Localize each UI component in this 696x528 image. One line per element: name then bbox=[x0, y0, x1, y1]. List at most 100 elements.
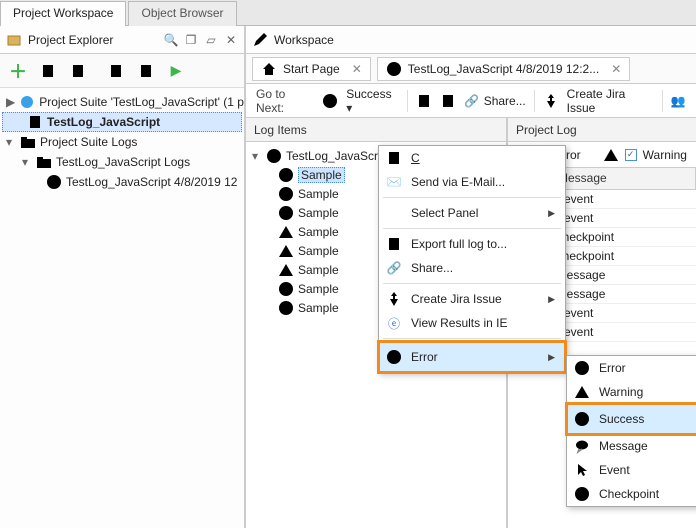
tab-object-browser[interactable]: Object Browser bbox=[128, 1, 236, 26]
submenu-event[interactable]: Event bbox=[567, 458, 696, 482]
copy-button[interactable] bbox=[102, 57, 130, 85]
create-issue-icon bbox=[385, 150, 403, 166]
col-message[interactable]: Message bbox=[552, 168, 696, 189]
project-icon bbox=[27, 114, 43, 130]
checkpoint-icon bbox=[573, 486, 591, 502]
folder-icon bbox=[36, 154, 52, 170]
top-tabs: Project Workspace Object Browser bbox=[0, 0, 696, 26]
menu-create-jira[interactable]: Create Jira Issue▶ bbox=[379, 287, 565, 311]
close-icon[interactable]: ✕ bbox=[224, 33, 238, 47]
log-item-label: Sample bbox=[298, 301, 339, 315]
create-jira-button[interactable]: Create Jira Issue bbox=[567, 87, 654, 115]
menu-error[interactable]: Error▶ bbox=[379, 342, 565, 372]
warning-icon bbox=[278, 243, 294, 259]
people-icon[interactable]: 👥 bbox=[671, 93, 686, 109]
warning-icon bbox=[573, 384, 591, 400]
error-icon bbox=[278, 281, 294, 297]
warning-checkbox[interactable]: ✓ bbox=[625, 149, 637, 161]
tree-label: TestLog_JavaScript 4/8/2019 12 bbox=[66, 175, 237, 189]
go-to-next-label: Go to Next: bbox=[256, 87, 314, 115]
workspace-panel: Workspace Start Page ✕ TestLog_JavaScrip… bbox=[246, 26, 696, 528]
tree-project[interactable]: TestLog_JavaScript bbox=[2, 112, 242, 132]
export2-button[interactable] bbox=[440, 93, 456, 109]
share-icon: 🔗 bbox=[464, 93, 480, 109]
project-explorer-toolbar: ＋ ▶ bbox=[0, 54, 244, 88]
search-icon[interactable]: 🔍 bbox=[164, 33, 178, 47]
log-item-label: Sample bbox=[298, 244, 339, 258]
folder-icon bbox=[20, 134, 36, 150]
menu-select-panel[interactable]: Select Panel▶ bbox=[379, 201, 565, 225]
filter-warning-label: Warning bbox=[643, 148, 687, 162]
pin-icon[interactable]: ▱ bbox=[204, 33, 218, 47]
success-icon bbox=[278, 186, 294, 202]
warning-icon bbox=[278, 224, 294, 240]
run-button[interactable]: ▶ bbox=[162, 57, 190, 85]
project-tree[interactable]: ▶ Project Suite 'TestLog_JavaScript' (1 … bbox=[0, 88, 244, 528]
tree-label: Project Suite Logs bbox=[40, 135, 137, 149]
tree-suite-logs[interactable]: ▾ Project Suite Logs bbox=[2, 132, 242, 152]
project-explorer-panel: Project Explorer 🔍 ❐ ▱ ✕ ＋ ▶ ▶ bbox=[0, 26, 246, 528]
log-item-label: Sample bbox=[298, 206, 339, 220]
event-icon bbox=[573, 462, 591, 478]
close-icon[interactable]: ✕ bbox=[611, 62, 621, 76]
log-item-label: Sample bbox=[298, 187, 339, 201]
submenu-error[interactable]: Error bbox=[567, 356, 696, 380]
error-icon bbox=[266, 148, 282, 164]
workspace-icon bbox=[252, 32, 268, 48]
success-icon bbox=[278, 167, 294, 183]
tab-label: TestLog_JavaScript 4/8/2019 12:2... bbox=[408, 62, 599, 76]
menu-export-full[interactable]: Export full log to... bbox=[379, 232, 565, 256]
export-icon bbox=[385, 236, 403, 252]
suite-icon bbox=[19, 94, 35, 110]
add-docs-button[interactable] bbox=[64, 57, 92, 85]
go-to-next-bar: Go to Next: Success ▾ 🔗Share... Create J… bbox=[246, 84, 696, 118]
close-icon[interactable]: ✕ bbox=[352, 62, 362, 76]
error-icon bbox=[386, 61, 402, 77]
submenu-warning[interactable]: Warning bbox=[567, 380, 696, 404]
tree-label: TestLog_JavaScript bbox=[47, 115, 160, 129]
tab-log[interactable]: TestLog_JavaScript 4/8/2019 12:2... ✕ bbox=[377, 57, 631, 81]
success-icon bbox=[278, 205, 294, 221]
project-explorer-title: Project Explorer bbox=[28, 33, 113, 47]
tree-project-logs[interactable]: ▾ TestLog_JavaScript Logs bbox=[2, 152, 242, 172]
jira-icon bbox=[543, 93, 559, 109]
warning-icon bbox=[603, 147, 619, 163]
mail-icon: ✉️ bbox=[385, 175, 403, 189]
tab-start-page[interactable]: Start Page ✕ bbox=[252, 57, 371, 81]
log-items-panel: Log Items ▾ TestLog_JavaScript Sample Sa… bbox=[246, 118, 508, 528]
log-item-label: Sample bbox=[298, 167, 345, 183]
menu-send-email[interactable]: ✉️Send via E-Mail... bbox=[379, 170, 565, 194]
context-menu[interactable]: C ✉️Send via E-Mail... Select Panel▶ Exp… bbox=[378, 145, 566, 373]
tab-project-workspace[interactable]: Project Workspace bbox=[0, 1, 126, 26]
window-icon[interactable]: ❐ bbox=[184, 33, 198, 47]
copy2-button[interactable] bbox=[132, 57, 160, 85]
tree-log-entry[interactable]: TestLog_JavaScript 4/8/2019 12 bbox=[2, 172, 242, 192]
log-items-title: Log Items bbox=[246, 118, 506, 142]
log-item-label: Sample bbox=[298, 225, 339, 239]
submenu-success[interactable]: Success bbox=[567, 404, 696, 434]
log-item-label: Sample bbox=[298, 263, 339, 277]
jira-icon bbox=[385, 291, 403, 307]
submenu-message[interactable]: Message bbox=[567, 434, 696, 458]
go-to-next-dropdown[interactable]: Success ▾ bbox=[346, 87, 399, 115]
project-explorer-icon bbox=[6, 32, 22, 48]
submenu-checkpoint[interactable]: Checkpoint bbox=[567, 482, 696, 506]
add-doc-button[interactable] bbox=[34, 57, 62, 85]
menu-share[interactable]: 🔗Share... bbox=[379, 256, 565, 280]
menu-view-ie[interactable]: ⓔView Results in IE bbox=[379, 311, 565, 335]
message-icon bbox=[573, 438, 591, 454]
new-item-button[interactable]: ＋ bbox=[4, 57, 32, 85]
error-icon bbox=[573, 360, 591, 376]
success-icon bbox=[322, 93, 338, 109]
error-icon bbox=[46, 174, 62, 190]
tree-suite[interactable]: ▶ Project Suite 'TestLog_JavaScript' (1 … bbox=[2, 92, 242, 112]
context-submenu[interactable]: Error Warning Success Message Event Chec… bbox=[566, 355, 696, 507]
tree-label: Project Suite 'TestLog_JavaScript' (1 pr… bbox=[39, 95, 244, 109]
error-icon bbox=[385, 349, 403, 365]
share-button[interactable]: 🔗Share... bbox=[464, 93, 526, 109]
success-icon bbox=[573, 411, 591, 427]
export1-button[interactable] bbox=[416, 93, 432, 109]
menu-create-issue[interactable]: C bbox=[379, 146, 565, 170]
workspace-title: Workspace bbox=[274, 33, 334, 47]
share-icon: 🔗 bbox=[385, 261, 403, 275]
